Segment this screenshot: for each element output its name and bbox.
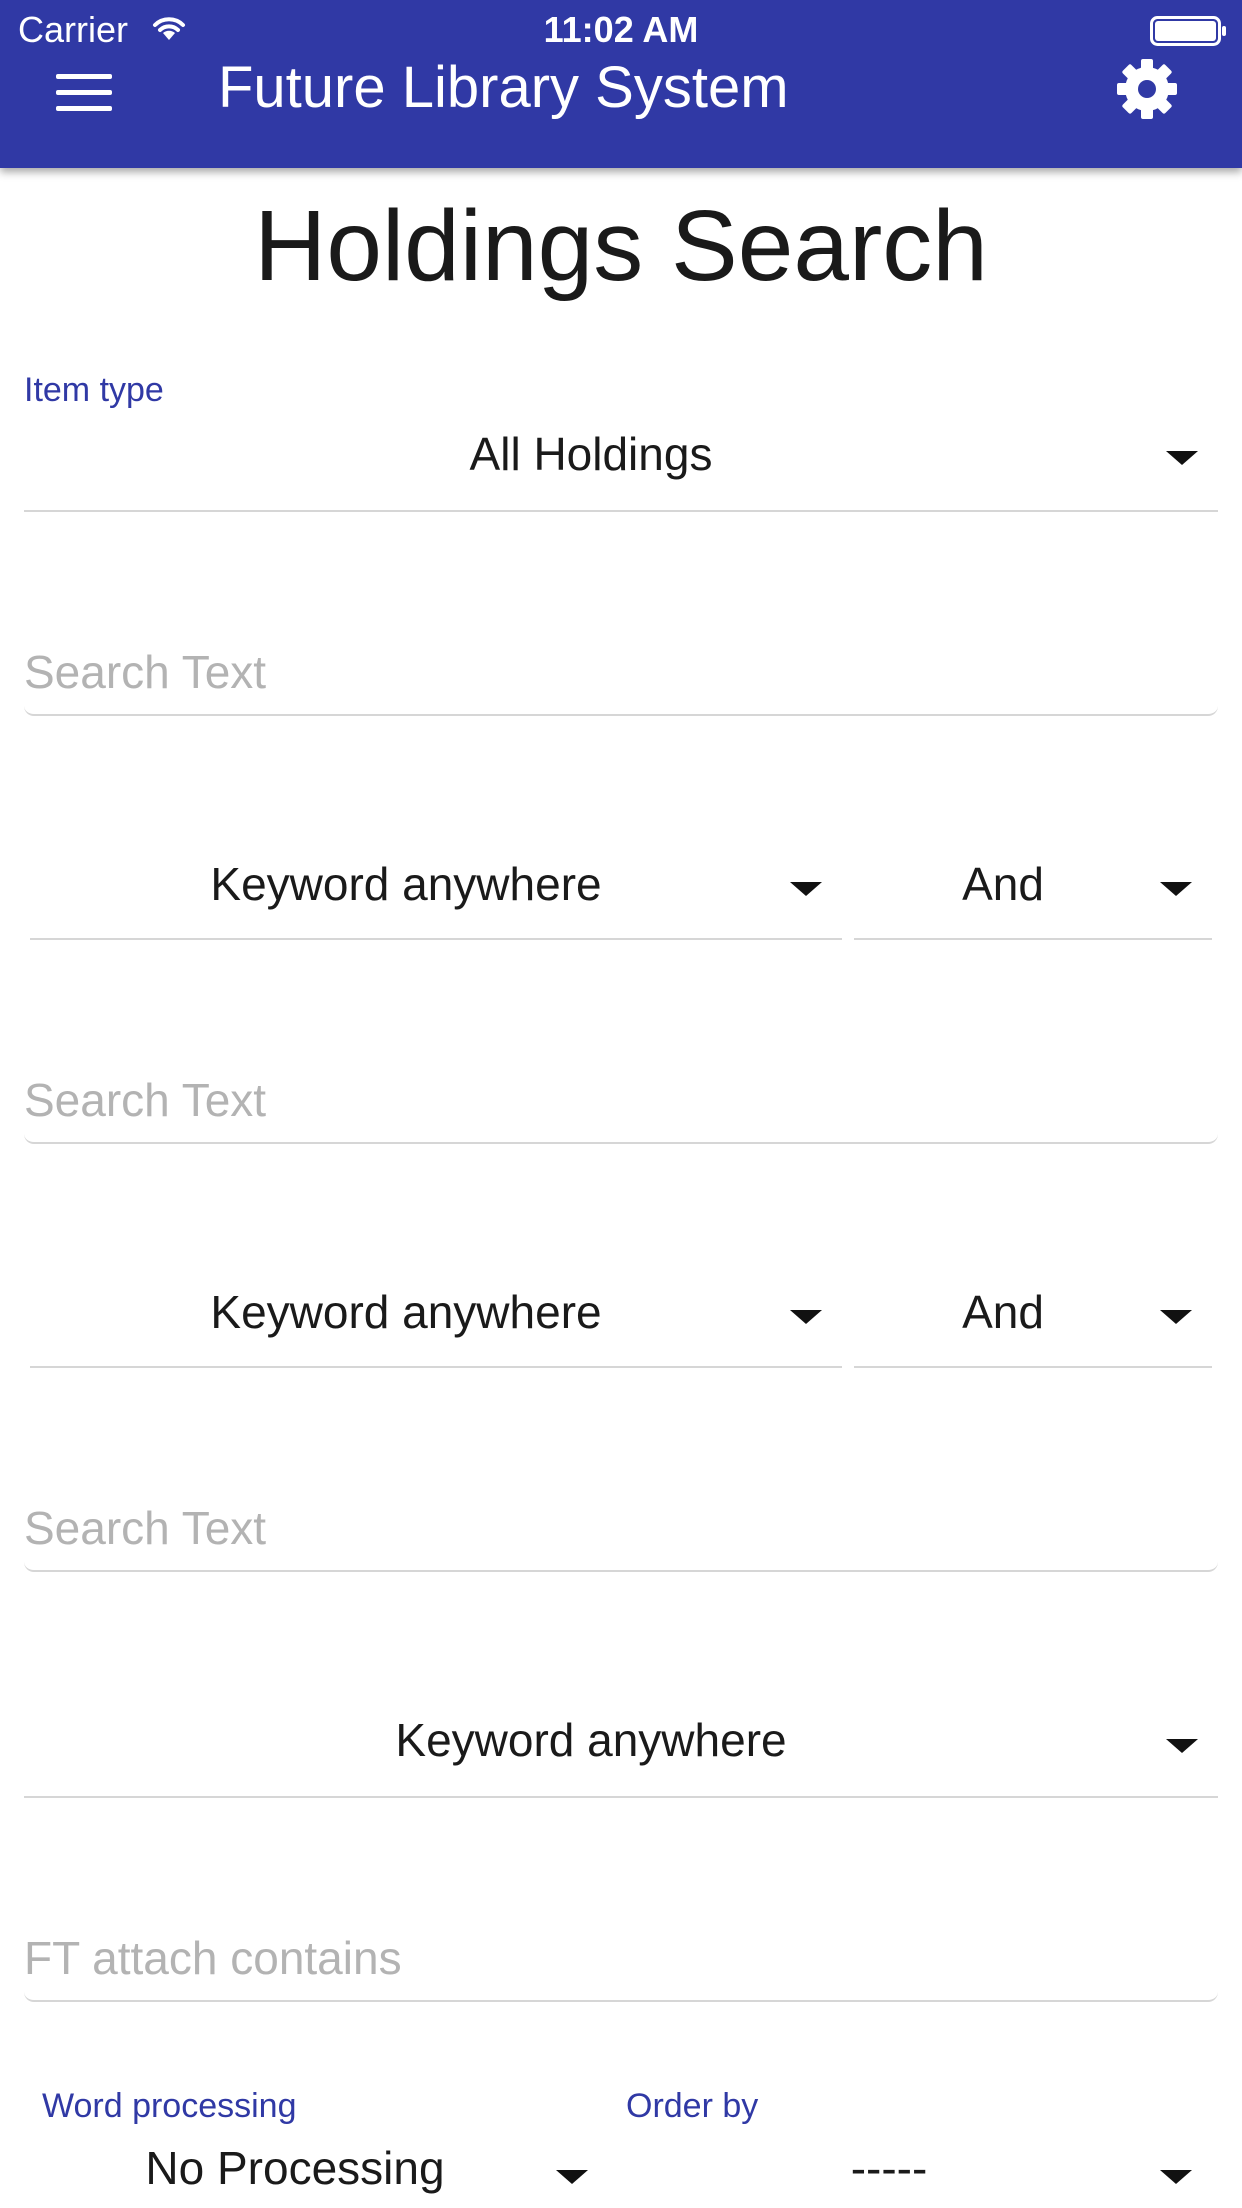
order-by-value: ----- [850,2142,928,2194]
search-field-value-2: Keyword anywhere [210,1286,602,1338]
hamburger-menu-icon[interactable] [40,62,126,124]
caret-down-icon [1160,2170,1192,2184]
status-time: 11:02 AM [543,9,699,50]
item-type-select[interactable]: All Holdings [24,410,1218,512]
item-type-label: Item type [24,371,164,409]
order-by-select[interactable]: ----- [626,2128,1212,2208]
battery-icon [1150,16,1226,46]
caret-down-icon [556,2170,588,2184]
search-text-input-3[interactable] [24,1486,1218,1572]
caret-down-icon [1166,451,1198,465]
item-type-value: All Holdings [469,428,713,480]
search-field-select-1[interactable]: Keyword anywhere [30,848,842,940]
caret-down-icon [1160,882,1192,896]
search-field-value-1: Keyword anywhere [210,858,602,910]
word-processing-label: Word processing [42,2087,297,2125]
search-text-input-2[interactable] [24,1058,1218,1144]
search-operator-select-2[interactable]: And [854,1276,1212,1368]
search-operator-value-1: And [962,858,1044,910]
search-text-input-1[interactable] [24,630,1218,716]
search-field-select-2[interactable]: Keyword anywhere [30,1276,842,1368]
app-title: Future Library System [218,55,789,120]
order-by-label: Order by [626,2087,759,2125]
gear-icon[interactable] [1110,52,1184,126]
caret-down-icon [790,882,822,896]
search-operator-select-1[interactable]: And [854,848,1212,940]
caret-down-icon [1166,1739,1198,1753]
word-processing-value: No Processing [145,2142,445,2194]
ft-attach-input[interactable] [24,1916,1218,2002]
caret-down-icon [1160,1310,1192,1324]
word-processing-select[interactable]: No Processing [42,2128,608,2208]
app-bar: Carrier 11:02 AM Future Library System [0,0,1242,168]
caret-down-icon [790,1310,822,1324]
search-field-select-3[interactable]: Keyword anywhere [24,1704,1218,1798]
holdings-search-screen: Carrier 11:02 AM Future Library System H… [0,0,1242,2208]
page-title: Holdings Search [254,190,988,302]
search-field-value-3: Keyword anywhere [395,1714,787,1766]
search-operator-value-2: And [962,1286,1044,1338]
